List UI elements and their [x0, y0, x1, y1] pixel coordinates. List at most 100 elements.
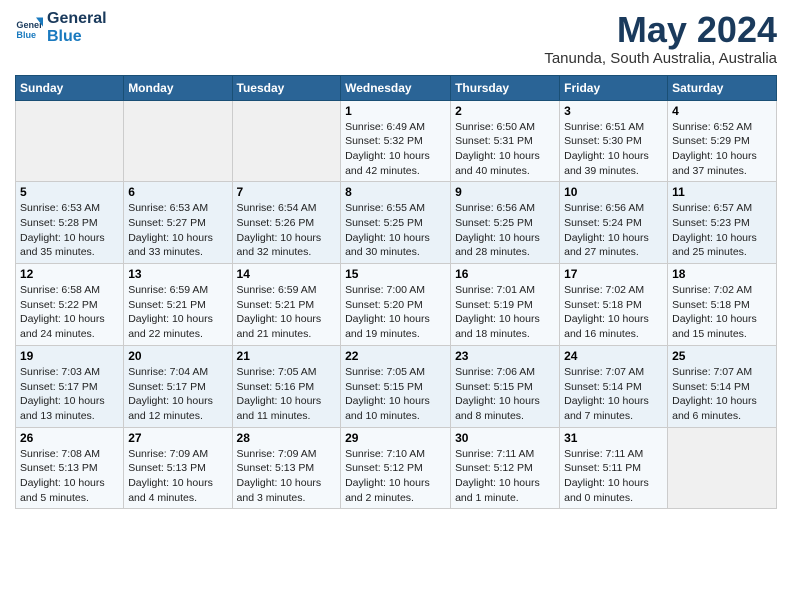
calendar-cell: 21Sunrise: 7:05 AMSunset: 5:16 PMDayligh…: [232, 345, 341, 427]
day-info: Sunrise: 6:49 AMSunset: 5:32 PMDaylight:…: [345, 120, 446, 179]
calendar-cell: 11 Sunrise: 6:57 AMSunset: 5:23 PMDayligh…: [668, 182, 777, 264]
day-number: 31: [564, 431, 663, 445]
calendar-cell: [16, 100, 124, 182]
calendar-cell: 3 Sunrise: 6:51 AMSunset: 5:30 PMDaylight…: [560, 100, 668, 182]
calendar-cell: 4 Sunrise: 6:52 AMSunset: 5:29 PMDaylight…: [668, 100, 777, 182]
header-thursday: Thursday: [451, 75, 560, 100]
day-info: Sunrise: 7:07 AMSunset: 5:14 PMDaylight:…: [564, 365, 663, 424]
week-row-5: 26 Sunrise: 7:08 AMSunset: 5:13 PMDayligh…: [16, 427, 777, 509]
calendar-cell: 10 Sunrise: 6:56 AMSunset: 5:24 PMDayligh…: [560, 182, 668, 264]
day-number: 6: [128, 185, 227, 199]
day-info: Sunrise: 7:06 AMSunset: 5:15 PMDaylight:…: [455, 365, 555, 424]
calendar-cell: 6 Sunrise: 6:53 AMSunset: 5:27 PMDaylight…: [124, 182, 232, 264]
day-info: Sunrise: 7:11 AMSunset: 5:12 PMDaylight:…: [455, 447, 555, 506]
calendar-cell: 20 Sunrise: 7:04 AMSunset: 5:17 PMDayligh…: [124, 345, 232, 427]
day-number: 24: [564, 349, 663, 363]
day-info: Sunrise: 7:07 AMSunset: 5:14 PMDaylight:…: [672, 365, 772, 424]
header-sunday: Sunday: [16, 75, 124, 100]
header-wednesday: Wednesday: [341, 75, 451, 100]
week-row-2: 5 Sunrise: 6:53 AMSunset: 5:28 PMDaylight…: [16, 182, 777, 264]
calendar-cell: 7Sunrise: 6:54 AMSunset: 5:26 PMDaylight…: [232, 182, 341, 264]
calendar-cell: 25 Sunrise: 7:07 AMSunset: 5:14 PMDayligh…: [668, 345, 777, 427]
day-number: 5: [20, 185, 119, 199]
logo-icon: General Blue: [15, 14, 43, 42]
day-number: 17: [564, 267, 663, 281]
day-info: Sunrise: 7:11 AMSunset: 5:11 PMDaylight:…: [564, 447, 663, 506]
calendar-cell: [232, 100, 341, 182]
logo-line1: General: [47, 10, 107, 28]
day-info: Sunrise: 7:03 AMSunset: 5:17 PMDaylight:…: [20, 365, 119, 424]
logo: General Blue General Blue: [15, 10, 107, 46]
day-info: Sunrise: 7:04 AMSunset: 5:17 PMDaylight:…: [128, 365, 227, 424]
day-info: Sunrise: 7:02 AMSunset: 5:18 PMDaylight:…: [564, 283, 663, 342]
calendar-cell: 28 Sunrise: 7:09 AMSunset: 5:13 PMDayligh…: [232, 427, 341, 509]
calendar-cell: 1 Sunrise: 6:49 AMSunset: 5:32 PMDaylight…: [341, 100, 451, 182]
week-row-3: 12 Sunrise: 6:58 AMSunset: 5:22 PMDayligh…: [16, 264, 777, 346]
day-number: 27: [128, 431, 227, 445]
day-info: Sunrise: 6:53 AMSunset: 5:27 PMDaylight:…: [128, 201, 227, 260]
day-info: Sunrise: 6:57 AMSunset: 5:23 PMDaylight:…: [672, 201, 772, 260]
calendar-cell: 15 Sunrise: 7:00 AMSunset: 5:20 PMDayligh…: [341, 264, 451, 346]
day-number: 11: [672, 185, 772, 199]
calendar-cell: 24 Sunrise: 7:07 AMSunset: 5:14 PMDayligh…: [560, 345, 668, 427]
title-block: May 2024 Tanunda, South Australia, Austr…: [544, 10, 777, 67]
day-info: Sunrise: 6:53 AMSunset: 5:28 PMDaylight:…: [20, 201, 119, 260]
header-tuesday: Tuesday: [232, 75, 341, 100]
day-number: 29: [345, 431, 446, 445]
logo-line2: Blue: [47, 28, 107, 46]
calendar-cell: 31 Sunrise: 7:11 AMSunset: 5:11 PMDayligh…: [560, 427, 668, 509]
day-number: 28: [237, 431, 337, 445]
day-info: Sunrise: 6:58 AMSunset: 5:22 PMDaylight:…: [20, 283, 119, 342]
day-number: 20: [128, 349, 227, 363]
day-number: 25: [672, 349, 772, 363]
day-info: Sunrise: 6:51 AMSunset: 5:30 PMDaylight:…: [564, 120, 663, 179]
day-info: Sunrise: 7:00 AMSunset: 5:20 PMDaylight:…: [345, 283, 446, 342]
calendar-cell: 2 Sunrise: 6:50 AMSunset: 5:31 PMDaylight…: [451, 100, 560, 182]
svg-text:Blue: Blue: [16, 30, 36, 40]
day-number: 26: [20, 431, 119, 445]
calendar-cell: 5 Sunrise: 6:53 AMSunset: 5:28 PMDaylight…: [16, 182, 124, 264]
day-info: Sunrise: 6:55 AMSunset: 5:25 PMDaylight:…: [345, 201, 446, 260]
day-info: Sunrise: 7:09 AMSunset: 5:13 PMDaylight:…: [128, 447, 227, 506]
calendar-cell: 29 Sunrise: 7:10 AMSunset: 5:12 PMDayligh…: [341, 427, 451, 509]
day-number: 22: [345, 349, 446, 363]
day-number: 18: [672, 267, 772, 281]
day-info: Sunrise: 7:01 AMSunset: 5:19 PMDaylight:…: [455, 283, 555, 342]
day-info: Sunrise: 6:50 AMSunset: 5:31 PMDaylight:…: [455, 120, 555, 179]
calendar-cell: 22Sunrise: 7:05 AMSunset: 5:15 PMDayligh…: [341, 345, 451, 427]
day-info: Sunrise: 6:54 AMSunset: 5:26 PMDaylight:…: [237, 201, 337, 260]
main-title: May 2024: [544, 10, 777, 50]
day-info: Sunrise: 6:56 AMSunset: 5:25 PMDaylight:…: [455, 201, 555, 260]
day-number: 19: [20, 349, 119, 363]
day-number: 30: [455, 431, 555, 445]
calendar-cell: 30 Sunrise: 7:11 AMSunset: 5:12 PMDayligh…: [451, 427, 560, 509]
day-info: Sunrise: 7:10 AMSunset: 5:12 PMDaylight:…: [345, 447, 446, 506]
day-info: Sunrise: 6:52 AMSunset: 5:29 PMDaylight:…: [672, 120, 772, 179]
day-number: 23: [455, 349, 555, 363]
calendar-cell: [668, 427, 777, 509]
day-info: Sunrise: 6:56 AMSunset: 5:24 PMDaylight:…: [564, 201, 663, 260]
calendar-cell: [124, 100, 232, 182]
day-number: 14: [237, 267, 337, 281]
day-info: Sunrise: 7:08 AMSunset: 5:13 PMDaylight:…: [20, 447, 119, 506]
day-number: 10: [564, 185, 663, 199]
day-number: 16: [455, 267, 555, 281]
day-number: 3: [564, 104, 663, 118]
day-number: 15: [345, 267, 446, 281]
calendar-cell: 17 Sunrise: 7:02 AMSunset: 5:18 PMDayligh…: [560, 264, 668, 346]
day-number: 8: [345, 185, 446, 199]
day-number: 1: [345, 104, 446, 118]
day-info: Sunrise: 6:59 AMSunset: 5:21 PMDaylight:…: [237, 283, 337, 342]
day-number: 2: [455, 104, 555, 118]
day-info: Sunrise: 7:05 AMSunset: 5:16 PMDaylight:…: [237, 365, 337, 424]
day-number: 4: [672, 104, 772, 118]
calendar-table: SundayMondayTuesdayWednesdayThursdayFrid…: [15, 75, 777, 510]
calendar-cell: 19 Sunrise: 7:03 AMSunset: 5:17 PMDayligh…: [16, 345, 124, 427]
calendar-cell: 9Sunrise: 6:56 AMSunset: 5:25 PMDaylight…: [451, 182, 560, 264]
calendar-cell: 18 Sunrise: 7:02 AMSunset: 5:18 PMDayligh…: [668, 264, 777, 346]
day-number: 12: [20, 267, 119, 281]
calendar-header-row: SundayMondayTuesdayWednesdayThursdayFrid…: [16, 75, 777, 100]
subtitle: Tanunda, South Australia, Australia: [544, 50, 777, 67]
day-info: Sunrise: 7:02 AMSunset: 5:18 PMDaylight:…: [672, 283, 772, 342]
day-info: Sunrise: 7:09 AMSunset: 5:13 PMDaylight:…: [237, 447, 337, 506]
